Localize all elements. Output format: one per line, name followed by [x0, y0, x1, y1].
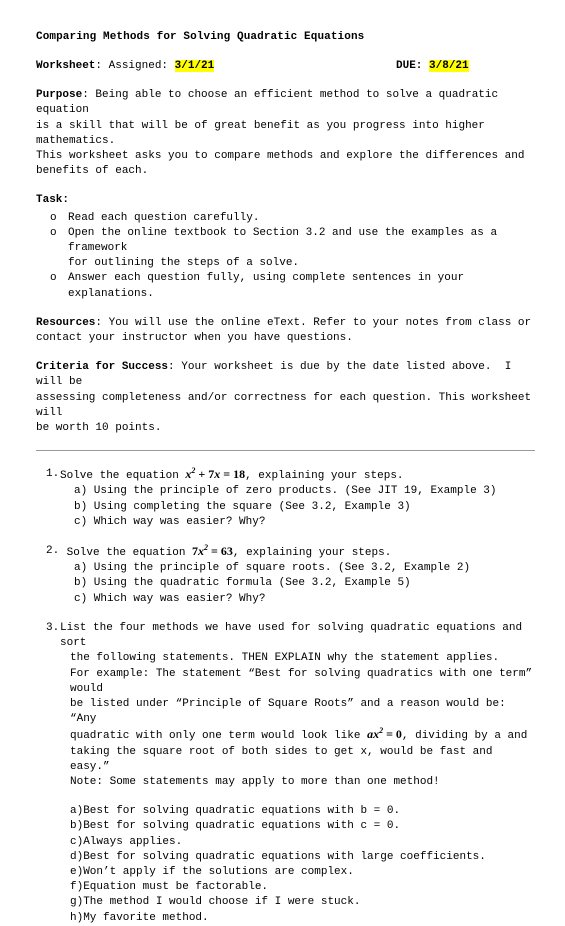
question-2-number: 2.: [46, 545, 60, 558]
list-item: e)Won’t apply if the solutions are compl…: [70, 865, 354, 878]
assigned-label: Assigned:: [108, 60, 169, 73]
question-1-stem: 1. Solve the equation x2 + 7x = 18, expla…: [36, 467, 535, 484]
due-group: DUE: 3/8/21: [396, 59, 469, 74]
list-item: a) Using the principle of square roots. …: [74, 562, 471, 575]
eq-operator: =: [208, 544, 221, 559]
due-label: DUE:: [396, 60, 423, 73]
eq-operator: =: [220, 467, 234, 482]
question-3-line4: be listed under “Principle of Square Roo…: [70, 697, 513, 726]
question-3-equation: ax2 = 0: [367, 727, 402, 742]
resources-text: You will use the online eText. Refer to …: [36, 316, 532, 345]
list-item: b) Using completing the square (See 3.2,…: [74, 500, 411, 513]
resources-label: Resources: [36, 316, 96, 329]
assignment-meta-row: Worksheet: Assigned: 3/1/21 DUE: 3/8/21: [36, 59, 535, 74]
bullet-marker: o: [50, 226, 57, 239]
purpose-label: Purpose: [36, 89, 83, 102]
question-1: 1. Solve the equation x2 + 7x = 18, expla…: [36, 467, 535, 530]
worksheet-label: Worksheet: [36, 60, 96, 73]
question-1-text-before: Solve the equation: [60, 470, 186, 483]
question-2: 2. Solve the equation 7x2 = 63, explaini…: [36, 544, 535, 607]
assigned-date: 3/1/21: [174, 60, 215, 73]
question-3-line5: quadratic with only one term would look …: [36, 727, 535, 744]
question-1-subitems: a) Using the principle of zero products.…: [36, 484, 535, 530]
eq-mid: + 7: [195, 467, 215, 482]
question-2-stem: 2. Solve the equation 7x2 = 63, explaini…: [36, 544, 535, 561]
page-title: Comparing Methods for Solving Quadratic …: [36, 31, 365, 43]
question-3-line1: List the four methods we have used for s…: [60, 621, 529, 650]
question-3-line5-before: quadratic with only one term would look …: [70, 730, 368, 743]
list-item: o Answer each question fully, using compl…: [36, 271, 535, 301]
eq-value: 18: [233, 467, 246, 482]
bullet-marker: o: [50, 211, 57, 224]
bullet-marker: o: [50, 272, 57, 285]
question-2-text-before: Solve the equation: [60, 547, 193, 560]
question-3: 3. List the four methods we have used for…: [36, 621, 535, 926]
task-label: Task:: [36, 194, 70, 207]
list-item: d)Best for solving quadratic equations w…: [70, 850, 486, 863]
criteria-paragraph: Criteria for Success: Your worksheet is …: [36, 360, 535, 436]
section-divider: [36, 450, 535, 452]
question-2-subitems: a) Using the principle of square roots. …: [36, 561, 535, 607]
assigned-group: Worksheet: Assigned: 3/1/21: [36, 59, 215, 74]
question-3-line3: For example: The statement “Best for sol…: [70, 667, 539, 695]
list-item: a)Best for solving quadratic equations w…: [70, 805, 401, 818]
task-item-text: Open the online textbook to Section 3.2 …: [68, 226, 498, 270]
list-item: f)Equation must be factorable.: [70, 881, 269, 894]
list-item: o Open the online textbook to Section 3.2…: [36, 226, 535, 272]
question-2-text-after: , explaining your steps.: [232, 547, 392, 560]
question-3-line5-after: , dividing by a and: [401, 730, 528, 743]
resources-paragraph: Resources: You will use the online eText…: [36, 316, 535, 346]
eq-value: 63: [220, 544, 233, 559]
list-item: c) Which way was easier? Why?: [74, 515, 266, 528]
list-item: b) Using the quadratic formula (See 3.2,…: [74, 577, 411, 590]
due-date: 3/8/21: [429, 60, 469, 73]
assigned-spacer: [168, 60, 175, 72]
question-2-equation: 7x2 = 63: [192, 544, 233, 559]
question-1-text-after: , explaining your steps.: [245, 470, 404, 483]
worksheet-page: Comparing Methods for Solving Quadratic …: [0, 0, 565, 926]
question-3-number: 3.: [46, 621, 60, 634]
task-list: o Read each question carefully. o Open the…: [36, 211, 535, 302]
list-item: g)The method I would choose if I were st…: [70, 896, 361, 909]
list-item: c) Which way was easier? Why?: [74, 592, 266, 605]
worksheet-colon: :: [95, 60, 109, 73]
purpose-text: Being able to choose an efficient method…: [36, 89, 525, 178]
purpose-paragraph: Purpose: Being able to choose an efficie…: [36, 88, 535, 179]
list-item: c)Always applies.: [70, 835, 183, 848]
criteria-colon: :: [168, 361, 175, 374]
question-3-line7: Note: Some statements may apply to more …: [70, 775, 440, 788]
task-item-text: Read each question carefully.: [68, 211, 260, 224]
list-item: o Read each question carefully.: [36, 211, 535, 226]
question-3-line6: taking the square root of both sides to …: [70, 745, 500, 773]
criteria-label: Criteria for Success: [36, 361, 169, 374]
task-item-text: Answer each question fully, using comple…: [68, 272, 471, 300]
question-1-equation: x2 + 7x = 18: [185, 467, 246, 482]
question-3-statement-list: a)Best for solving quadratic equations w…: [36, 804, 535, 926]
purpose-colon: :: [82, 89, 89, 102]
list-item: b)Best for solving quadratic equations w…: [70, 820, 401, 833]
eq-operator: =: [383, 727, 396, 742]
list-item: h)My favorite method.: [70, 911, 209, 924]
question-3-stem: 3. List the four methods we have used for…: [36, 621, 535, 651]
question-1-number: 1.: [46, 468, 60, 481]
question-3-line2: the following statements. THEN EXPLAIN w…: [70, 652, 500, 665]
list-item: a) Using the principle of zero products.…: [74, 485, 497, 498]
